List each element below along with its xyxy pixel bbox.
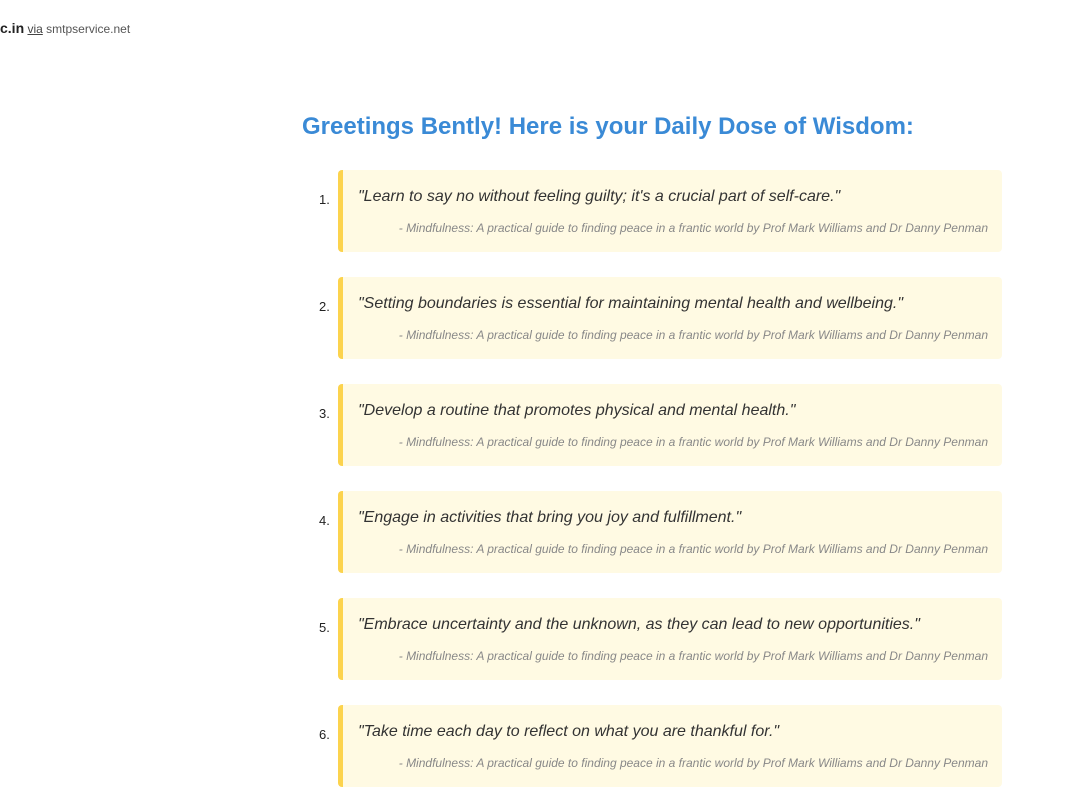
quote-item: 6. "Take time each day to reflect on wha… xyxy=(319,705,1002,787)
quote-number: 5. xyxy=(319,620,330,635)
quote-number: 6. xyxy=(319,727,330,742)
via-link[interactable]: via xyxy=(27,22,42,36)
quote-source: - Mindfulness: A practical guide to find… xyxy=(398,435,988,449)
sender-service: smtpservice.net xyxy=(46,22,131,36)
quote-text: "Take time each day to reflect on what y… xyxy=(358,723,780,740)
quote-item: 5. "Embrace uncertainty and the unknown,… xyxy=(319,598,1002,680)
quote-number: 3. xyxy=(319,406,330,421)
quote-number: 2. xyxy=(319,299,330,314)
quote-source: - Mindfulness: A practical guide to find… xyxy=(398,221,988,235)
quote-text: "Engage in activities that bring you joy… xyxy=(358,509,742,526)
quote-item: 2. "Setting boundaries is essential for … xyxy=(319,277,1002,359)
sender-line: c.in via smtpservice.net xyxy=(0,20,130,36)
sender-domain: c.in xyxy=(0,20,25,36)
quote-item: 3. "Develop a routine that promotes phys… xyxy=(319,384,1002,466)
quote-text: "Learn to say no without feeling guilty;… xyxy=(358,188,841,205)
greeting-heading: Greetings Bently! Here is your Daily Dos… xyxy=(302,113,914,140)
quote-number: 4. xyxy=(319,513,330,528)
quote-number: 1. xyxy=(319,192,330,207)
quote-item: 1. "Learn to say no without feeling guil… xyxy=(319,170,1002,252)
quote-source: - Mindfulness: A practical guide to find… xyxy=(398,756,988,770)
quote-text: "Setting boundaries is essential for mai… xyxy=(358,295,904,312)
quote-text: "Develop a routine that promotes physica… xyxy=(358,402,796,419)
quote-item: 4. "Engage in activities that bring you … xyxy=(319,491,1002,573)
quote-source: - Mindfulness: A practical guide to find… xyxy=(398,328,988,342)
quote-text: "Embrace uncertainty and the unknown, as… xyxy=(358,616,920,633)
quote-source: - Mindfulness: A practical guide to find… xyxy=(398,542,988,556)
quote-source: - Mindfulness: A practical guide to find… xyxy=(398,649,988,663)
quote-list: 1. "Learn to say no without feeling guil… xyxy=(319,170,1002,812)
